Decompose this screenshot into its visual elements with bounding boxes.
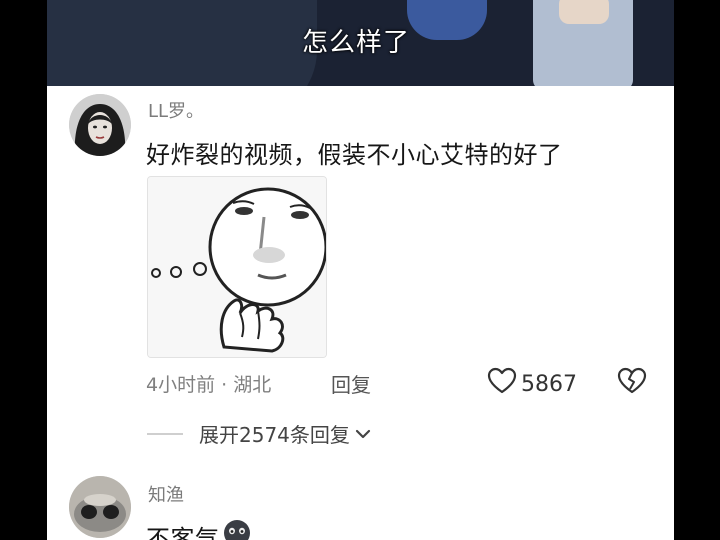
comment-item: 知渔 不客气 [47,0,674,540]
comment-text: 不客气 [146,518,252,540]
emoji-sticker-icon [222,518,252,540]
comment-username[interactable]: 知渔 [148,481,184,507]
comment-sheet: 怎么样了 LL罗。 好炸裂的视频，假装不小心艾特的好了 4小时前 · 湖北 回复… [47,0,674,540]
comment-text-label: 不客气 [146,524,220,540]
avatar[interactable] [69,476,131,538]
